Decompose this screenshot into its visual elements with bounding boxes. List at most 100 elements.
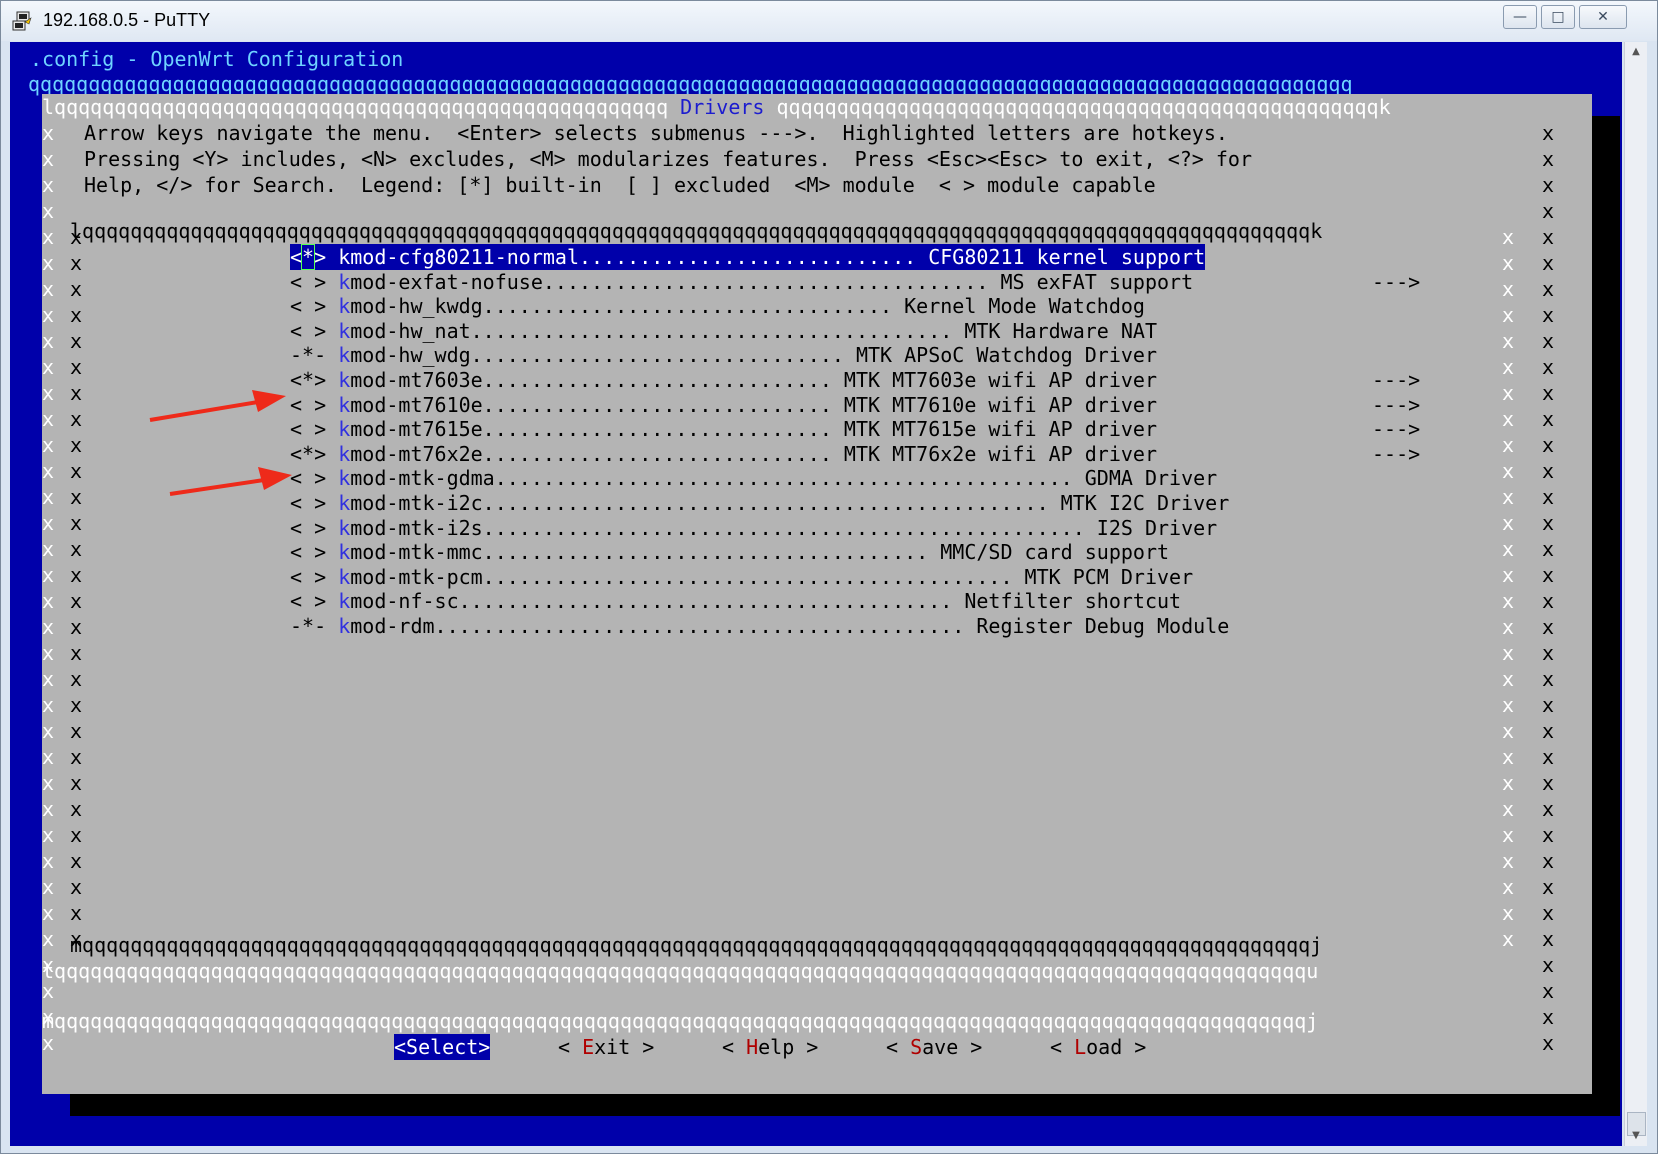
dialog-left-border: x xyxy=(42,823,55,847)
dialog-bottom-border: mqqqqqqqqqqqqqqqqqqqqqqqqqqqqqqqqqqqqqqq… xyxy=(42,1009,1319,1033)
menu-item[interactable]: -*- kmod-hw_wdg.........................… xyxy=(290,342,1157,368)
item-label: mod-hw_kwdg.............................… xyxy=(350,294,1145,319)
state-left: < xyxy=(290,318,303,343)
maximize-button[interactable]: □ xyxy=(1541,5,1575,29)
item-state: -*- xyxy=(290,613,326,639)
menu-item[interactable]: < > kmod-mtk-pcm........................… xyxy=(290,564,1193,590)
dialog-right-border: x xyxy=(1542,745,1555,769)
title-bar[interactable]: 192.168.0.5 - PuTTY — □ ✕ xyxy=(1,1,1657,41)
dialog-right-border: x xyxy=(1542,615,1555,639)
dialog-left-border: x xyxy=(42,329,55,353)
item-state: < > xyxy=(290,392,326,418)
menu-item[interactable]: < > kmod-nf-sc..........................… xyxy=(290,588,1181,614)
item-hotkey: k xyxy=(338,515,351,540)
dialog-right-border: x xyxy=(1542,511,1555,535)
dialog-left-border: x xyxy=(42,849,55,873)
menu-item[interactable]: < > kmod-hw_nat.........................… xyxy=(290,318,1157,344)
item-hotkey: k xyxy=(338,294,351,319)
item-state: <*> xyxy=(290,244,326,270)
menu-item[interactable]: < > kmod-mtk-i2c........................… xyxy=(290,490,1229,516)
menu-item[interactable]: < > kmod-mtk-i2s........................… xyxy=(290,515,1217,541)
state-left: < xyxy=(290,540,303,565)
state-mark xyxy=(302,540,314,564)
load-button[interactable]: < Load > xyxy=(1050,1034,1146,1060)
menu-item[interactable]: <*> kmod-mt76x2e........................… xyxy=(290,441,1420,467)
menu-item[interactable]: < > kmod-hw_kwdg........................… xyxy=(290,293,1145,319)
state-left: < xyxy=(290,491,303,515)
terminal-area[interactable]: .config - OpenWrt Configuration qqqqqqqq… xyxy=(10,42,1622,1146)
dialog-left-border: x xyxy=(42,875,55,899)
menu-box-left-border: x xyxy=(70,381,83,405)
menu-box-left-border: x xyxy=(70,745,83,769)
item-hotkey: k xyxy=(338,318,351,343)
dialog-left-border: x xyxy=(42,225,55,249)
menu-box-right-border: x xyxy=(1502,485,1515,509)
dialog-right-border: x xyxy=(1542,563,1555,587)
button-separator: tqqqqqqqqqqqqqqqqqqqqqqqqqqqqqqqqqqqqqqq… xyxy=(42,959,1319,983)
dialog-right-border: x xyxy=(1542,355,1555,379)
item-state: -*- xyxy=(290,342,326,368)
state-mark xyxy=(302,319,314,343)
dialog-right-border: x xyxy=(1542,953,1555,977)
item-hotkey: k xyxy=(338,540,351,565)
menu-box-right-border: x xyxy=(1502,407,1515,431)
select-button[interactable]: <Select> xyxy=(394,1034,491,1060)
menu-box-left-border: x xyxy=(70,329,83,353)
item-state: < > xyxy=(290,416,326,442)
exit-button[interactable]: < Exit > xyxy=(558,1034,654,1060)
dialog-left-border: x xyxy=(42,485,55,509)
menu-box-left-border: x xyxy=(70,563,83,587)
dialog-left-border: x xyxy=(42,407,55,431)
state-left: < xyxy=(290,589,303,614)
menu-box-right-border: x xyxy=(1502,719,1515,743)
menu-box-left-border: x xyxy=(70,693,83,717)
close-button[interactable]: ✕ xyxy=(1579,5,1627,29)
menu-box-left-border: x xyxy=(70,407,83,431)
dialog-left-border: x xyxy=(42,355,55,379)
save-button[interactable]: < Save > xyxy=(886,1034,982,1060)
help-line: Pressing <Y> includes, <N> excludes, <M>… xyxy=(84,147,1252,171)
menu-item[interactable]: < > kmod-mtk-mmc........................… xyxy=(290,539,1169,565)
menu-item[interactable]: < > kmod-mtk-gdma.......................… xyxy=(290,465,1217,491)
dialog-right-border: x xyxy=(1542,199,1555,223)
state-right: > xyxy=(314,564,327,589)
submenu-arrow: ---> xyxy=(1372,441,1421,466)
dialog-left-border: x xyxy=(42,277,55,301)
help-button[interactable]: < Help > xyxy=(722,1034,818,1060)
item-label: mod-rdm.................................… xyxy=(350,614,1230,638)
dialog-right-border: x xyxy=(1542,277,1555,301)
menu-box-left-border: x xyxy=(70,849,83,873)
state-mark xyxy=(302,589,314,613)
menu-box-left-border: x xyxy=(70,589,83,613)
dialog-left-border: x xyxy=(42,693,55,717)
item-state: <*> xyxy=(290,441,326,467)
menu-item[interactable]: <*> kmod-cfg80211-normal................… xyxy=(290,244,1206,270)
menu-item[interactable]: -*- kmod-rdm............................… xyxy=(290,613,1229,639)
dialog-right-border: x xyxy=(1542,1005,1555,1029)
minimize-button[interactable]: — xyxy=(1503,5,1537,29)
dialog-left-border: x xyxy=(42,459,55,483)
dialog-left-border: x xyxy=(42,433,55,457)
item-hotkey: k xyxy=(338,564,351,589)
help-line: Arrow keys navigate the menu. <Enter> se… xyxy=(84,121,1228,145)
menu-item[interactable]: <*> kmod-mt7603e........................… xyxy=(290,367,1420,393)
menu-box-right-border: x xyxy=(1502,797,1515,821)
scroll-down-icon[interactable]: ▼ xyxy=(1625,1126,1647,1146)
dialog-right-border: x xyxy=(1542,901,1555,925)
dialog-title: Drivers xyxy=(668,95,777,119)
dialog-right-border: x xyxy=(1542,173,1555,197)
dialog-left-border: x xyxy=(42,719,55,743)
menu-box-left-border: x xyxy=(70,797,83,821)
item-hotkey: k xyxy=(338,392,351,417)
vertical-scrollbar[interactable]: ▲ ▼ xyxy=(1624,42,1647,1146)
menu-box-right-border: x xyxy=(1502,433,1515,457)
menu-item[interactable]: < > kmod-mt7610e........................… xyxy=(290,392,1420,418)
item-hotkey: k xyxy=(338,417,351,442)
menu-item[interactable]: < > kmod-exfat-nofuse...................… xyxy=(290,269,1420,295)
dialog-right-border: x xyxy=(1542,225,1555,249)
menu-box-right-border: x xyxy=(1502,901,1515,925)
scroll-up-icon[interactable]: ▲ xyxy=(1625,42,1647,62)
menu-box-left-border: x xyxy=(70,251,83,275)
dialog-left-border: x xyxy=(42,771,55,795)
menu-item[interactable]: < > kmod-mt7615e........................… xyxy=(290,416,1420,442)
